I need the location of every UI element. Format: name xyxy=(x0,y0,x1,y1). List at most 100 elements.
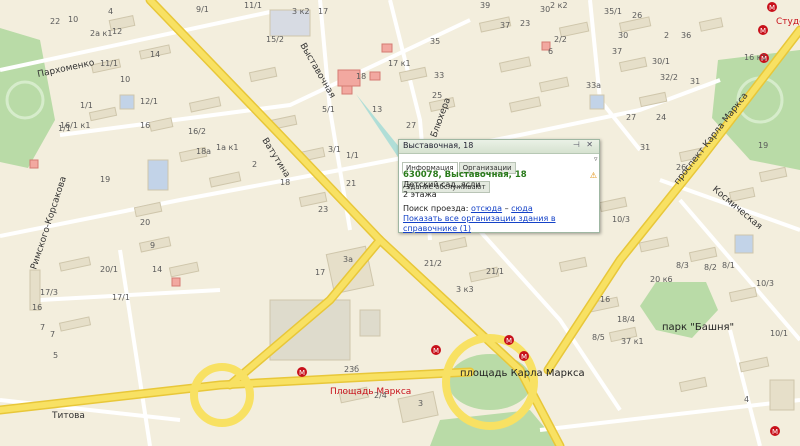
house-number: 9 xyxy=(150,241,155,250)
route-label: Поиск проезда: xyxy=(403,204,469,213)
metro-icon[interactable]: M xyxy=(770,426,780,436)
house-number: 18а xyxy=(196,147,211,156)
house-number: 36 xyxy=(681,31,691,40)
svg-text:M: M xyxy=(772,428,778,436)
house-number: 22 xyxy=(50,17,60,26)
place-label: площадь Карла Маркса xyxy=(460,368,585,379)
house-number: 33 xyxy=(434,71,444,80)
house-number: 8/1 xyxy=(722,261,735,270)
house-number: 14 xyxy=(150,50,160,59)
house-number: 11/1 xyxy=(100,59,118,68)
house-number: 21 xyxy=(346,179,356,188)
metro-icon[interactable]: M xyxy=(758,25,768,35)
svg-text:M: M xyxy=(433,347,439,355)
house-number: 30 xyxy=(540,5,550,14)
house-number: 32/2 xyxy=(660,73,678,82)
house-number: 33а xyxy=(586,81,601,90)
house-number: 16/2 xyxy=(188,127,206,136)
svg-text:M: M xyxy=(299,369,305,377)
house-number: 16 к1 xyxy=(744,53,767,62)
house-number: 27 xyxy=(626,113,636,122)
house-number: 2/4 xyxy=(374,391,387,400)
popup-close-icon[interactable]: ⊣ ✕ xyxy=(573,140,595,149)
house-number: 21/2 xyxy=(424,259,442,268)
house-number: 2 xyxy=(252,160,257,169)
house-number: 16 xyxy=(600,295,610,304)
house-number: 8/2 xyxy=(704,263,717,272)
house-number: 21/1 xyxy=(486,267,504,276)
metro-station-label: Площадь Маркса xyxy=(330,387,411,397)
house-number: 16 xyxy=(32,303,42,312)
building-address: 630078, Выставочная, 18 xyxy=(403,170,527,180)
house-number: 10/3 xyxy=(612,215,630,224)
metro-icon[interactable]: M xyxy=(297,367,307,377)
house-number: 18/4 xyxy=(617,315,635,324)
house-number: 30 xyxy=(618,31,628,40)
house-number: 26 xyxy=(676,163,686,172)
house-number: 2 xyxy=(664,31,669,40)
house-number: 37 к1 xyxy=(621,337,644,346)
building-info-popup[interactable]: Выставочная, 18 ⊣ ✕ Информация Организаци… xyxy=(398,139,600,233)
metro-icon[interactable]: M xyxy=(519,351,529,361)
house-number: 25 xyxy=(432,91,442,100)
house-number: 5 xyxy=(53,351,58,360)
building-type: Детский сад, ясли xyxy=(403,180,481,189)
svg-text:M: M xyxy=(506,337,512,345)
route-from-link[interactable]: отсюда xyxy=(471,204,502,213)
house-number: 9/1 xyxy=(196,5,209,14)
house-number: 4 xyxy=(108,7,113,16)
metro-icon[interactable]: M xyxy=(431,345,441,355)
pink-building xyxy=(29,159,39,169)
popup-tabs: Информация ОрганизацииЗдание обслуживают … xyxy=(402,155,599,193)
house-number: 17 xyxy=(315,268,325,277)
house-number: 14 xyxy=(152,265,162,274)
house-number: 30/1 xyxy=(652,57,670,66)
metro-icon[interactable]: M xyxy=(767,2,777,12)
svg-text:M: M xyxy=(760,27,766,35)
house-number: 8/5 xyxy=(592,333,605,342)
house-number: 39 xyxy=(480,1,490,10)
house-number: 12 xyxy=(112,27,122,36)
house-number: 3 xyxy=(418,399,423,408)
house-number: 35 xyxy=(430,37,440,46)
pink-building xyxy=(171,277,181,287)
house-number: 10 xyxy=(120,75,130,84)
house-number: 17 xyxy=(318,7,328,16)
house-number: 1/1 xyxy=(80,101,93,110)
house-number: 8/3 xyxy=(676,261,689,270)
svg-text:M: M xyxy=(769,4,775,12)
house-number: 20/1 xyxy=(100,265,118,274)
house-number: 17/3 xyxy=(40,288,58,297)
house-number: 11/1 xyxy=(244,1,262,10)
pink-building xyxy=(369,71,381,81)
show-all-organizations-link[interactable]: Показать все организации здания в справо… xyxy=(403,214,556,233)
house-number: 23 xyxy=(318,205,328,214)
house-number: 24 xyxy=(656,113,666,122)
building-floors: 2 этажа xyxy=(403,190,437,199)
house-number: 17 к1 xyxy=(388,59,411,68)
house-number: 12/1 xyxy=(140,97,158,106)
house-number: 5/1 xyxy=(322,105,335,114)
house-number: 15/2 xyxy=(266,35,284,44)
street-label: Титова xyxy=(51,411,85,421)
house-number: 4 xyxy=(744,395,749,404)
house-number: 2а к1 xyxy=(90,29,112,38)
route-to-link[interactable]: сюда xyxy=(511,204,533,213)
house-number: 19 xyxy=(100,175,110,184)
house-number: 37 xyxy=(612,47,622,56)
house-number: 6 xyxy=(548,47,553,56)
house-number: 20 xyxy=(140,218,150,227)
popup-title: Выставочная, 18 xyxy=(403,141,474,150)
tabs-more-icon[interactable]: ▿ xyxy=(594,155,598,163)
house-number: 2/2 xyxy=(554,35,567,44)
pink-building xyxy=(381,43,393,53)
house-number: 35/1 xyxy=(604,7,622,16)
metro-icon[interactable]: M xyxy=(504,335,514,345)
house-number: 18 xyxy=(280,178,290,187)
house-number: 7 xyxy=(40,323,45,332)
house-number: 1а к1 xyxy=(216,143,238,152)
house-number: 20 к6 xyxy=(650,275,673,284)
house-number: 3а xyxy=(343,255,353,264)
house-number: 2 к2 xyxy=(550,1,568,10)
house-number: 31 xyxy=(640,143,650,152)
